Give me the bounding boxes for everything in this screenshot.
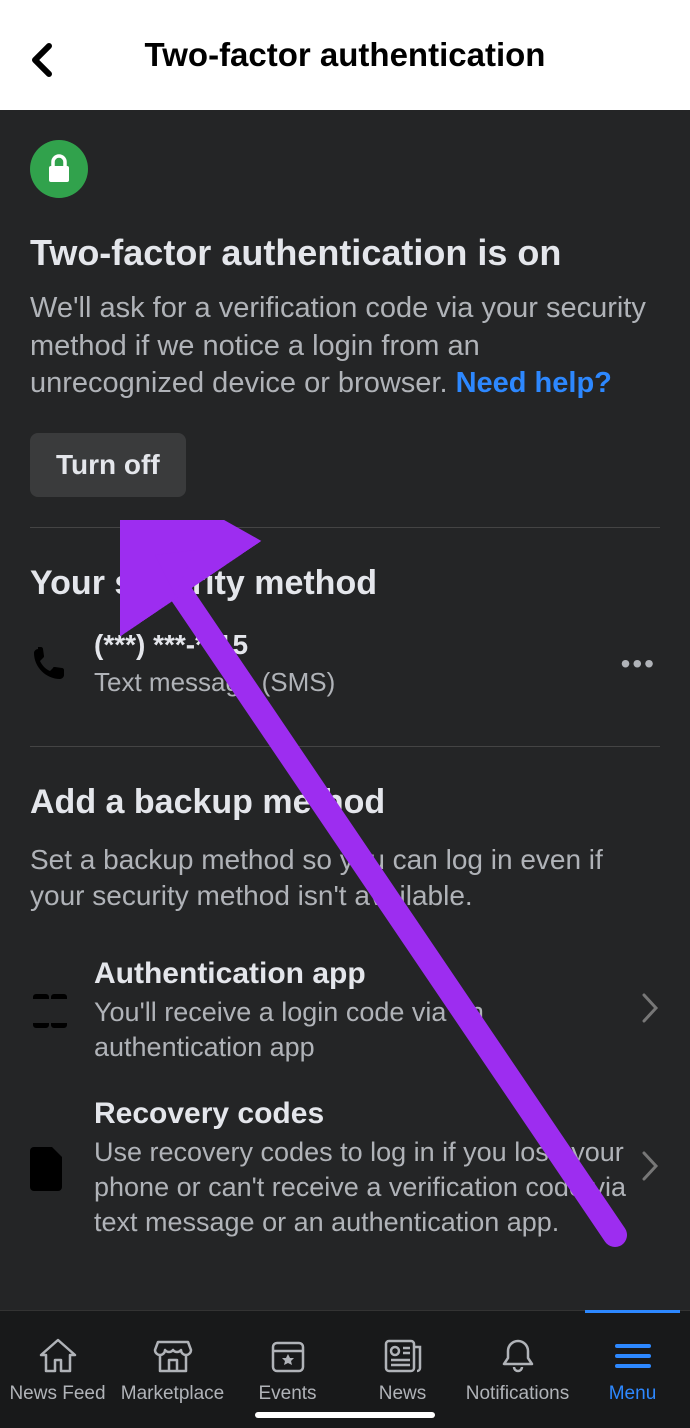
recovery-codes-icon [30,1147,76,1191]
need-help-link[interactable]: Need help? [456,367,612,399]
more-options-icon[interactable]: ••• [621,648,660,680]
tab-news[interactable]: News [345,1311,460,1428]
bottom-tab-bar: News Feed Marketplace Events News Notifi… [0,1310,690,1428]
header-bar: Two-factor authentication [0,0,690,110]
tab-news-feed[interactable]: News Feed [0,1311,115,1428]
content-area: Two-factor authentication is on We'll as… [0,110,690,1286]
auth-app-sub: You'll receive a login code via an authe… [94,995,632,1065]
tab-marketplace[interactable]: Marketplace [115,1311,230,1428]
home-indicator[interactable] [255,1412,435,1418]
tab-label: Menu [609,1383,657,1405]
bell-icon [500,1335,536,1377]
backup-auth-app-row[interactable]: Authentication app You'll receive a logi… [30,941,660,1081]
tab-notifications[interactable]: Notifications [460,1311,575,1428]
lock-icon [46,154,72,184]
news-icon [383,1335,423,1377]
backup-recovery-codes-row[interactable]: Recovery codes Use recovery codes to log… [30,1081,660,1256]
auth-app-icon [30,991,76,1031]
page-title: Two-factor authentication [0,36,690,74]
tab-label: Events [258,1383,316,1405]
phone-icon [30,645,76,683]
recovery-codes-sub: Use recovery codes to log in if you lose… [94,1135,632,1240]
tab-label: News [379,1383,427,1405]
chevron-right-icon [640,1149,660,1188]
status-title: Two-factor authentication is on [30,232,660,274]
back-chevron-icon [29,42,55,78]
auth-app-title: Authentication app [94,957,632,991]
hamburger-icon [615,1335,651,1377]
back-button[interactable] [22,40,62,80]
tab-label: Notifications [466,1383,570,1405]
tab-menu[interactable]: Menu [575,1311,690,1428]
security-method-type: Text message (SMS) [94,667,621,698]
security-method-heading: Your security method [30,564,660,603]
divider [30,746,660,747]
events-icon [269,1335,307,1377]
status-description: We'll ask for a verification code via yo… [30,290,660,403]
tab-label: Marketplace [121,1383,225,1405]
backup-method-desc: Set a backup method so you can log in ev… [30,842,660,915]
recovery-codes-title: Recovery codes [94,1097,632,1131]
backup-method-heading: Add a backup method [30,783,660,822]
divider [30,527,660,528]
lock-status-badge [30,140,88,198]
chevron-right-icon [640,991,660,1030]
tab-events[interactable]: Events [230,1311,345,1428]
security-method-row[interactable]: (***) ***-**15 Text message (SMS) ••• [30,623,660,716]
marketplace-icon [153,1335,193,1377]
home-icon [38,1335,78,1377]
security-method-phone: (***) ***-**15 [94,629,621,661]
turn-off-button[interactable]: Turn off [30,433,186,497]
tab-label: News Feed [9,1383,105,1405]
